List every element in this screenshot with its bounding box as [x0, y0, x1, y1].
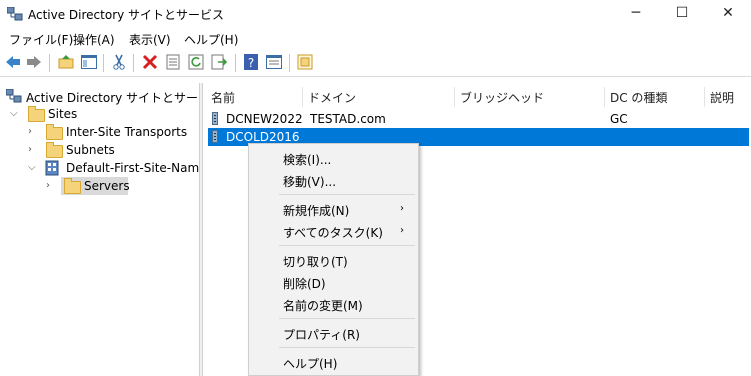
tree-item-inter-site-label: Inter-Site Transports: [66, 125, 188, 139]
context-menu-delete[interactable]: 削除(D): [283, 275, 326, 292]
column-header-description[interactable]: 説明: [710, 89, 734, 106]
tree-item-subnets[interactable]: › Subnets: [28, 141, 198, 159]
server-name: DCNEW2022: [226, 112, 303, 126]
menu-separator: [279, 347, 415, 348]
column-header-dc-type[interactable]: DC の種類: [610, 89, 667, 106]
toolbar-separator: [235, 54, 236, 72]
folder-icon: [28, 106, 45, 122]
ad-sites-app-icon: [7, 7, 23, 21]
chevron-right-icon[interactable]: ›: [28, 144, 38, 155]
toolbar-separator: [103, 54, 104, 72]
tree-item-sites-label: Sites: [48, 107, 78, 121]
server-icon: [212, 130, 218, 143]
column-divider[interactable]: [302, 87, 303, 107]
window-title: Active Directory サイトとサービス: [28, 8, 225, 22]
new-window-icon[interactable]: [296, 53, 314, 71]
menu-separator: [279, 245, 415, 246]
view-icon[interactable]: [265, 53, 283, 71]
folder-icon: [46, 124, 63, 140]
context-menu-help[interactable]: ヘルプ(H): [283, 355, 337, 372]
forward-icon[interactable]: [25, 53, 43, 71]
tree-item-servers[interactable]: › Servers: [46, 177, 196, 195]
folder-icon: [64, 178, 81, 194]
context-menu-properties[interactable]: プロパティ(R): [283, 326, 360, 343]
minimize-button[interactable]: ─: [613, 0, 659, 28]
help-icon[interactable]: ?: [242, 53, 260, 71]
submenu-arrow-icon: ›: [400, 225, 404, 236]
export-icon[interactable]: [210, 53, 228, 71]
context-menu-new[interactable]: 新規作成(N): [283, 202, 349, 219]
context-menu-cut[interactable]: 切り取り(T): [283, 253, 348, 270]
site-icon: [45, 160, 59, 176]
column-header-name[interactable]: 名前: [211, 89, 235, 106]
toolbar-separator: [289, 54, 290, 72]
chevron-right-icon[interactable]: ›: [46, 180, 56, 191]
toolbar-separator: [49, 54, 50, 72]
server-name: DCOLD2016: [226, 130, 300, 144]
menu-file[interactable]: ファイル(F): [9, 31, 73, 48]
menu-separator: [279, 318, 415, 319]
submenu-arrow-icon: ›: [400, 203, 404, 214]
maximize-button[interactable]: ☐: [659, 0, 705, 28]
tree-item-inter-site-transports[interactable]: › Inter-Site Transports: [28, 123, 198, 141]
menu-help[interactable]: ヘルプ(H): [184, 31, 238, 48]
server-domain: TESTAD.com: [310, 112, 386, 126]
toolbar: ?: [0, 50, 751, 77]
menu-bar: ファイル(F) 操作(A) 表示(V) ヘルプ(H): [0, 28, 751, 48]
up-folder-icon[interactable]: [57, 53, 75, 71]
tree-item-root-label: Active Directory サイトとサービス [l: [26, 91, 199, 105]
menu-separator: [279, 194, 415, 195]
title-bar: Active Directory サイトとサービス ─ ☐ ✕: [0, 0, 751, 28]
column-header-domain[interactable]: ドメイン: [308, 89, 356, 106]
column-header-bridgehead[interactable]: ブリッジヘッド: [460, 89, 544, 106]
toolbar-separator: [133, 54, 134, 72]
list-row-dcnew2022[interactable]: DCNEW2022 TESTAD.com GC: [208, 110, 749, 128]
menu-view[interactable]: 表示(V): [129, 31, 171, 48]
tree-item-servers-label: Servers: [84, 179, 130, 193]
server-dc-type: GC: [610, 112, 628, 126]
tree-item-sites[interactable]: ⌵ Sites: [10, 105, 190, 123]
context-menu: 検索(I)... 移動(V)... 新規作成(N) › すべてのタスク(K) ›…: [248, 143, 419, 376]
context-menu-move[interactable]: 移動(V)...: [283, 173, 336, 190]
tree-item-subnets-label: Subnets: [66, 143, 115, 157]
context-menu-all-tasks[interactable]: すべてのタスク(K): [283, 224, 383, 241]
cut-icon[interactable]: [110, 53, 128, 71]
column-divider[interactable]: [704, 87, 705, 107]
console-tree[interactable]: Active Directory サイトとサービス [l ⌵ Sites › I…: [0, 83, 207, 376]
show-tree-icon[interactable]: [80, 53, 98, 71]
context-menu-rename[interactable]: 名前の変更(M): [283, 297, 363, 314]
server-icon: [212, 112, 218, 125]
chevron-down-icon[interactable]: ⌵: [10, 108, 20, 119]
tree-item-default-site-label: Default-First-Site-Name: [66, 161, 207, 175]
delete-icon[interactable]: [141, 53, 159, 71]
context-menu-find[interactable]: 検索(I)...: [283, 151, 331, 168]
refresh-icon[interactable]: [187, 53, 205, 71]
ad-sites-icon: [6, 89, 22, 103]
tree-item-default-site[interactable]: ⌵ Default-First-Site-Name: [28, 159, 207, 177]
column-divider[interactable]: [604, 87, 605, 107]
properties-icon[interactable]: [164, 53, 182, 71]
chevron-down-icon[interactable]: ⌵: [28, 162, 38, 173]
column-divider[interactable]: [454, 87, 455, 107]
svg-text:?: ?: [248, 56, 254, 70]
tree-item-root[interactable]: Active Directory サイトとサービス [l: [6, 87, 199, 105]
menu-action[interactable]: 操作(A): [73, 31, 115, 48]
back-icon[interactable]: [4, 53, 22, 71]
close-button[interactable]: ✕: [705, 0, 751, 28]
chevron-right-icon[interactable]: ›: [28, 126, 38, 137]
folder-icon: [46, 142, 63, 158]
